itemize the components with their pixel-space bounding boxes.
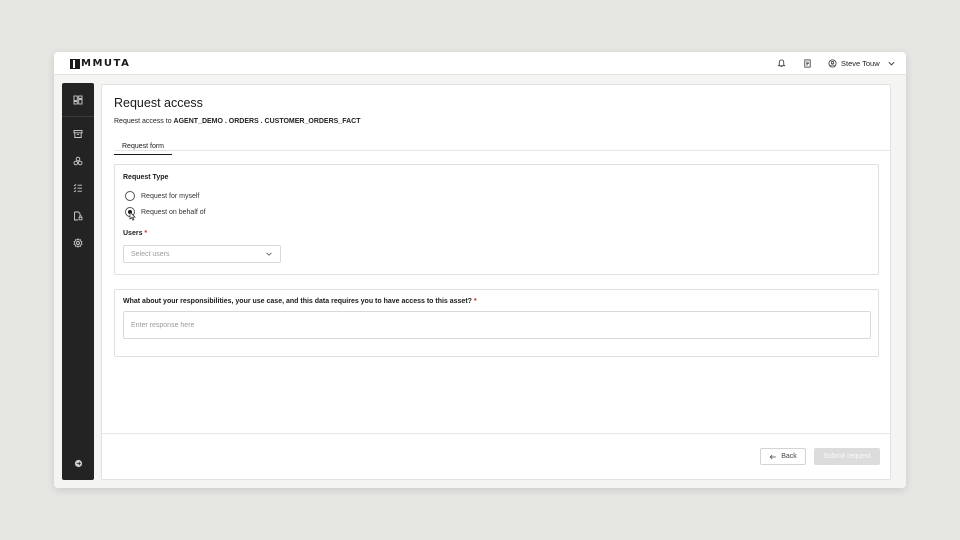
- page-subtitle: Request access to AGENT_DEMO . ORDERS . …: [114, 118, 361, 125]
- users-required-mark: *: [144, 230, 148, 237]
- tabs: Request form: [114, 135, 173, 155]
- request-panel: Request access Request access to AGENT_D…: [101, 84, 891, 480]
- app-window: MMUTA Steve Touw Request access Request …: [54, 52, 906, 488]
- tasks-list-icon: [73, 184, 82, 193]
- back-button[interactable]: Back: [760, 448, 806, 465]
- notebook-icon[interactable]: [801, 57, 814, 70]
- justification-label: What about your responsibilities, your u…: [123, 298, 477, 305]
- sidebar-item-archive[interactable]: [71, 127, 85, 141]
- users-select[interactable]: Select users: [123, 245, 281, 263]
- settings-icon: [73, 238, 83, 248]
- sidebar-expand-button[interactable]: [71, 456, 85, 470]
- expand-arrow-icon: [74, 459, 82, 467]
- sidebar-item-policies[interactable]: [71, 209, 85, 223]
- submit-request-button[interactable]: Submit request: [814, 448, 880, 465]
- back-button-label: Back: [781, 453, 797, 460]
- sidebar-item-data-products[interactable]: [71, 154, 85, 168]
- immuta-logo[interactable]: MMUTA: [70, 58, 130, 69]
- chevron-down-icon: [888, 61, 895, 66]
- justification-textarea[interactable]: Enter response here: [123, 311, 871, 339]
- sidebar-item-dashboard[interactable]: [71, 93, 85, 107]
- users-label-text: Users: [123, 230, 143, 237]
- sidebar-item-settings[interactable]: [71, 236, 85, 250]
- archive-icon: [73, 130, 83, 138]
- radio-myself-label: Request for myself: [141, 192, 200, 200]
- radio-myself[interactable]: [125, 191, 135, 201]
- justification-placeholder: Enter response here: [131, 322, 195, 329]
- sidebar-item-tasks[interactable]: [71, 181, 85, 195]
- footer-divider: [102, 433, 890, 434]
- logo-mark-icon: [70, 58, 80, 69]
- users-label: Users *: [123, 230, 147, 237]
- logo-text: MMUTA: [81, 58, 131, 69]
- user-name: Steve Touw: [841, 59, 880, 68]
- mouse-cursor-icon: [129, 211, 136, 221]
- radio-on-behalf-label: Request on behalf of: [141, 208, 206, 216]
- bell-icon[interactable]: [775, 57, 788, 70]
- radio-option-myself[interactable]: Request for myself: [125, 191, 199, 201]
- justification-card: What about your responsibilities, your u…: [114, 289, 879, 357]
- user-menu[interactable]: Steve Touw: [828, 56, 896, 71]
- tabs-divider: [114, 150, 890, 151]
- file-lock-icon: [74, 211, 83, 221]
- data-products-icon: [73, 156, 83, 166]
- request-type-card: Request Type Request for myself Request …: [114, 164, 879, 275]
- chevron-down-icon: [266, 252, 272, 256]
- subtitle-prefix: Request access to: [114, 118, 172, 125]
- request-type-label: Request Type: [123, 174, 169, 181]
- sidebar-divider: [62, 116, 94, 117]
- page-title: Request access: [114, 96, 203, 110]
- sidebar: [62, 83, 94, 480]
- tab-request-form[interactable]: Request form: [114, 140, 173, 155]
- justification-label-text: What about your responsibilities, your u…: [123, 298, 472, 305]
- dashboard-icon: [73, 95, 83, 105]
- justification-required-mark: *: [473, 298, 477, 305]
- user-circle-icon: [828, 59, 837, 68]
- top-bar: MMUTA Steve Touw: [54, 52, 906, 75]
- asset-path: AGENT_DEMO . ORDERS . CUSTOMER_ORDERS_FA…: [173, 118, 361, 125]
- arrow-left-icon: [769, 454, 777, 459]
- users-select-placeholder: Select users: [131, 250, 170, 258]
- radio-option-on-behalf[interactable]: Request on behalf of: [125, 207, 206, 217]
